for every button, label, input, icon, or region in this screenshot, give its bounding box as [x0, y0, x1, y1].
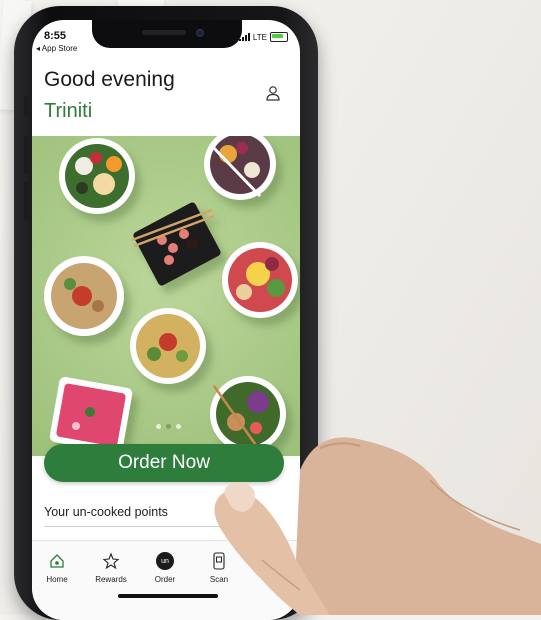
user-name: Triniti	[44, 100, 93, 122]
profile-icon[interactable]	[264, 84, 282, 102]
bowl-mid-left	[44, 256, 124, 336]
status-indicators: LTE	[238, 32, 288, 42]
carousel-dot[interactable]	[156, 424, 161, 429]
bowl-top-right	[204, 136, 276, 200]
greeting-title: Good evening	[44, 68, 175, 91]
rewards-icon	[102, 552, 120, 570]
order-icon: un	[156, 552, 174, 570]
tab-order[interactable]: un Order	[142, 551, 188, 584]
network-label: LTE	[252, 32, 267, 42]
speaker	[142, 30, 186, 35]
tab-scan[interactable]: Scan	[196, 551, 242, 584]
points-label: Your un-cooked points	[44, 505, 168, 519]
bowl-mid-right	[222, 242, 298, 318]
tab-label: Home	[46, 575, 68, 584]
camera	[196, 29, 204, 37]
mute-switch	[24, 96, 29, 116]
tab-home[interactable]: Home	[34, 551, 80, 584]
order-now-button[interactable]: Order Now	[44, 444, 284, 482]
status-time: 8:55	[44, 30, 67, 42]
carousel-dot-active[interactable]	[166, 424, 171, 429]
tab-label: Rewards	[95, 575, 127, 584]
tab-label: Scan	[209, 575, 229, 584]
poke-bowls-illustration	[44, 136, 298, 453]
home-icon	[50, 554, 64, 568]
volume-down-button	[24, 182, 29, 220]
hero-food-image	[32, 136, 300, 456]
bowl-center	[130, 308, 206, 384]
scan-icon	[213, 552, 225, 570]
tab-label: Order	[154, 575, 176, 584]
salmon-tray	[49, 377, 133, 453]
carousel-dot[interactable]	[176, 424, 181, 429]
bowl-top-left	[59, 138, 135, 214]
app-store-back-link[interactable]: ◂ App Store	[36, 44, 77, 53]
home-indicator	[118, 594, 218, 598]
notch	[92, 20, 242, 48]
volume-up-button	[24, 136, 29, 174]
bowl-bottom-right	[210, 376, 286, 452]
points-divider	[44, 526, 244, 527]
tab-rewards[interactable]: Rewards	[88, 551, 134, 584]
carousel-dots[interactable]	[156, 424, 181, 429]
app-screen: 8:55 ◂ App Store LTE Good evening Trinit…	[32, 20, 300, 620]
sushi-board	[131, 202, 221, 286]
battery-icon	[270, 32, 288, 42]
tab-bar: Home Rewards un Order Scan	[32, 540, 300, 620]
